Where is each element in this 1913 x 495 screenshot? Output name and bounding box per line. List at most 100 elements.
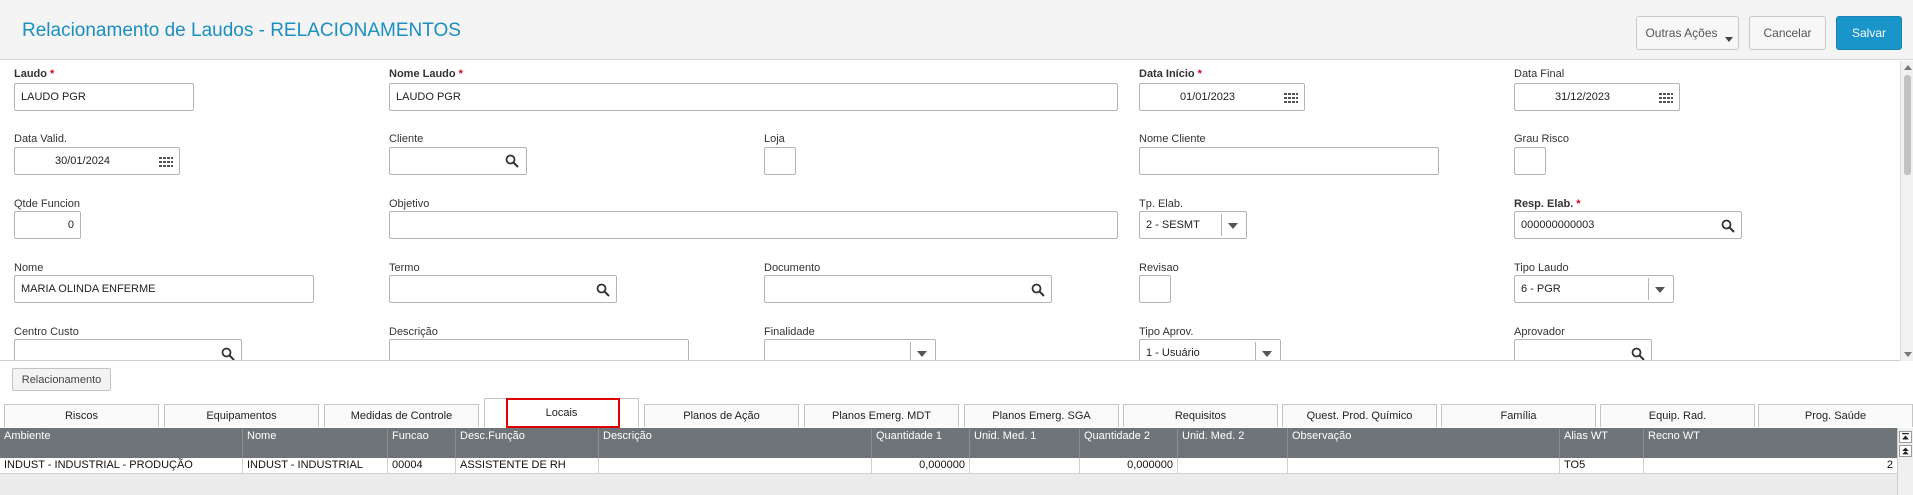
column-header-funcao[interactable]: Funcao bbox=[388, 428, 456, 458]
nome-laudo-label: Nome Laudo * bbox=[389, 68, 463, 80]
page-title: Relacionamento de Laudos - RELACIONAMENT… bbox=[22, 20, 461, 41]
tp-elab-label: Tp. Elab. bbox=[1139, 198, 1184, 210]
search-icon[interactable] bbox=[596, 283, 610, 297]
table-row[interactable]: INDUST - INDUSTRIAL - PRODUÇÃO INDUST - … bbox=[0, 458, 1897, 474]
form-scrollbar[interactable] bbox=[1900, 61, 1913, 361]
scroll-up-icon[interactable] bbox=[1904, 65, 1912, 70]
column-header-alias-wt[interactable]: Alias WT bbox=[1560, 428, 1644, 458]
finalidade-select[interactable] bbox=[764, 339, 936, 360]
grid-scrollbar[interactable] bbox=[1897, 428, 1913, 495]
tp-elab-select[interactable]: 2 - SESMT bbox=[1139, 211, 1247, 239]
tab-planos-emerg-sga[interactable]: Planos Emerg. SGA bbox=[964, 404, 1119, 427]
documento-field[interactable] bbox=[764, 275, 1052, 303]
termo-field[interactable] bbox=[389, 275, 617, 303]
objetivo-field[interactable] bbox=[389, 211, 1118, 239]
grau-risco-field[interactable] bbox=[1514, 147, 1546, 175]
loja-field[interactable] bbox=[764, 147, 796, 175]
data-valid-label: Data Valid. bbox=[14, 133, 67, 145]
tab-bar: Riscos Equipamentos Medidas de Controle … bbox=[0, 398, 1913, 428]
save-button[interactable]: Salvar bbox=[1836, 16, 1902, 50]
scroll-top-icon[interactable] bbox=[1899, 431, 1912, 443]
column-header-unid-med-2[interactable]: Unid. Med. 2 bbox=[1178, 428, 1288, 458]
revisao-label: Revisao bbox=[1139, 262, 1179, 274]
calendar-icon[interactable] bbox=[1284, 91, 1298, 105]
search-icon[interactable] bbox=[221, 347, 235, 361]
data-valid-value: 30/01/2024 bbox=[55, 155, 111, 167]
search-icon[interactable] bbox=[1721, 219, 1735, 233]
nome-cliente-field[interactable] bbox=[1139, 147, 1439, 175]
chevron-down-icon[interactable] bbox=[1655, 287, 1665, 293]
cell-ambiente: INDUST - INDUSTRIAL - PRODUÇÃO bbox=[0, 458, 243, 474]
column-header-observacao[interactable]: Observação bbox=[1288, 428, 1560, 458]
tab-riscos[interactable]: Riscos bbox=[4, 404, 159, 427]
column-header-ambiente[interactable]: Ambiente bbox=[0, 428, 243, 458]
tab-familia[interactable]: Família bbox=[1441, 404, 1596, 427]
centro-custo-field[interactable] bbox=[14, 339, 242, 361]
search-icon[interactable] bbox=[1031, 283, 1045, 297]
dropdown-separator bbox=[1221, 214, 1222, 236]
scroll-down-icon[interactable] bbox=[1904, 352, 1912, 357]
cell-desc-funcao: ASSISTENTE DE RH bbox=[456, 458, 599, 474]
nome-laudo-field[interactable]: LAUDO PGR bbox=[389, 83, 1118, 111]
data-final-field[interactable]: 31/12/2023 bbox=[1514, 83, 1680, 111]
cancel-button[interactable]: Cancelar bbox=[1749, 16, 1826, 50]
tab-quest-prod-quimico[interactable]: Quest. Prod. Químico bbox=[1282, 404, 1437, 427]
search-icon[interactable] bbox=[1631, 347, 1645, 361]
tab-planos-de-acao[interactable]: Planos de Ação bbox=[644, 404, 799, 427]
resp-elab-field[interactable]: 000000000003 bbox=[1514, 211, 1742, 239]
data-final-value: 31/12/2023 bbox=[1555, 91, 1611, 103]
other-actions-button[interactable]: Outras Ações bbox=[1636, 16, 1739, 50]
relacionamento-button[interactable]: Relacionamento bbox=[12, 368, 111, 391]
tab-equipamentos[interactable]: Equipamentos bbox=[164, 404, 319, 427]
cell-quantidade-1: 0,000000 bbox=[872, 458, 970, 474]
column-header-unid-med-1[interactable]: Unid. Med. 1 bbox=[970, 428, 1080, 458]
resp-elab-label: Resp. Elab. * bbox=[1514, 198, 1581, 210]
grau-risco-label: Grau Risco bbox=[1514, 133, 1570, 145]
column-header-descricao[interactable]: Descrição bbox=[599, 428, 872, 458]
active-tab-highlight bbox=[506, 398, 620, 428]
calendar-icon[interactable] bbox=[159, 155, 173, 169]
column-header-quantidade-1[interactable]: Quantidade 1 bbox=[872, 428, 970, 458]
data-inicio-field[interactable]: 01/01/2023 bbox=[1139, 83, 1305, 111]
tab-prog-saude[interactable]: Prog. Saúde bbox=[1758, 404, 1913, 427]
tipo-laudo-select[interactable]: 6 - PGR bbox=[1514, 275, 1674, 303]
chevron-down-icon[interactable] bbox=[1228, 223, 1238, 229]
column-header-recno-wt[interactable]: Recno WT bbox=[1644, 428, 1897, 458]
calendar-icon[interactable] bbox=[1659, 91, 1673, 105]
descricao-field[interactable] bbox=[389, 339, 689, 360]
laudo-field[interactable]: LAUDO PGR bbox=[14, 83, 194, 111]
aprovador-label: Aprovador bbox=[1514, 326, 1565, 338]
data-valid-field[interactable]: 30/01/2024 bbox=[14, 147, 180, 175]
page-header: Relacionamento de Laudos - RELACIONAMENT… bbox=[0, 0, 1913, 60]
cell-descricao bbox=[599, 458, 872, 474]
data-final-label: Data Final bbox=[1514, 68, 1565, 80]
descricao-label: Descrição bbox=[389, 326, 438, 338]
tab-planos-emerg-mdt[interactable]: Planos Emerg. MDT bbox=[804, 404, 959, 427]
nome-cliente-label: Nome Cliente bbox=[1139, 133, 1206, 145]
aprovador-field[interactable] bbox=[1514, 339, 1652, 361]
tab-medidas-de-controle[interactable]: Medidas de Controle bbox=[324, 404, 479, 427]
nome-label: Nome bbox=[14, 262, 44, 274]
tab-equip-rad[interactable]: Equip. Rad. bbox=[1600, 404, 1755, 427]
cell-nome: INDUST - INDUSTRIAL bbox=[243, 458, 388, 474]
tipo-aprov-select[interactable]: 1 - Usuário bbox=[1139, 339, 1281, 360]
tab-requisitos[interactable]: Requisitos bbox=[1123, 404, 1278, 427]
resp-elab-value: 000000000003 bbox=[1521, 219, 1595, 231]
cell-quantidade-2: 0,000000 bbox=[1080, 458, 1178, 474]
search-icon[interactable] bbox=[505, 154, 519, 168]
scrollbar-thumb[interactable] bbox=[1904, 75, 1911, 175]
chevron-down-icon[interactable] bbox=[917, 351, 927, 357]
nome-field[interactable]: MARIA OLINDA ENFERME bbox=[14, 275, 314, 303]
chevron-down-icon[interactable] bbox=[1262, 351, 1272, 357]
column-header-quantidade-2[interactable]: Quantidade 2 bbox=[1080, 428, 1178, 458]
data-inicio-value: 01/01/2023 bbox=[1180, 91, 1236, 103]
column-header-desc-funcao[interactable]: Desc.Função bbox=[456, 428, 599, 458]
scroll-up-icon[interactable] bbox=[1899, 445, 1912, 457]
objetivo-label: Objetivo bbox=[389, 198, 430, 210]
qtde-funcion-label: Qtde Funcion bbox=[14, 198, 81, 210]
cliente-label: Cliente bbox=[389, 133, 424, 145]
column-header-nome[interactable]: Nome bbox=[243, 428, 388, 458]
cell-recno-wt: 2 bbox=[1886, 459, 1893, 471]
revisao-field[interactable] bbox=[1139, 275, 1171, 303]
qtde-funcion-field[interactable]: 0 bbox=[14, 211, 81, 239]
